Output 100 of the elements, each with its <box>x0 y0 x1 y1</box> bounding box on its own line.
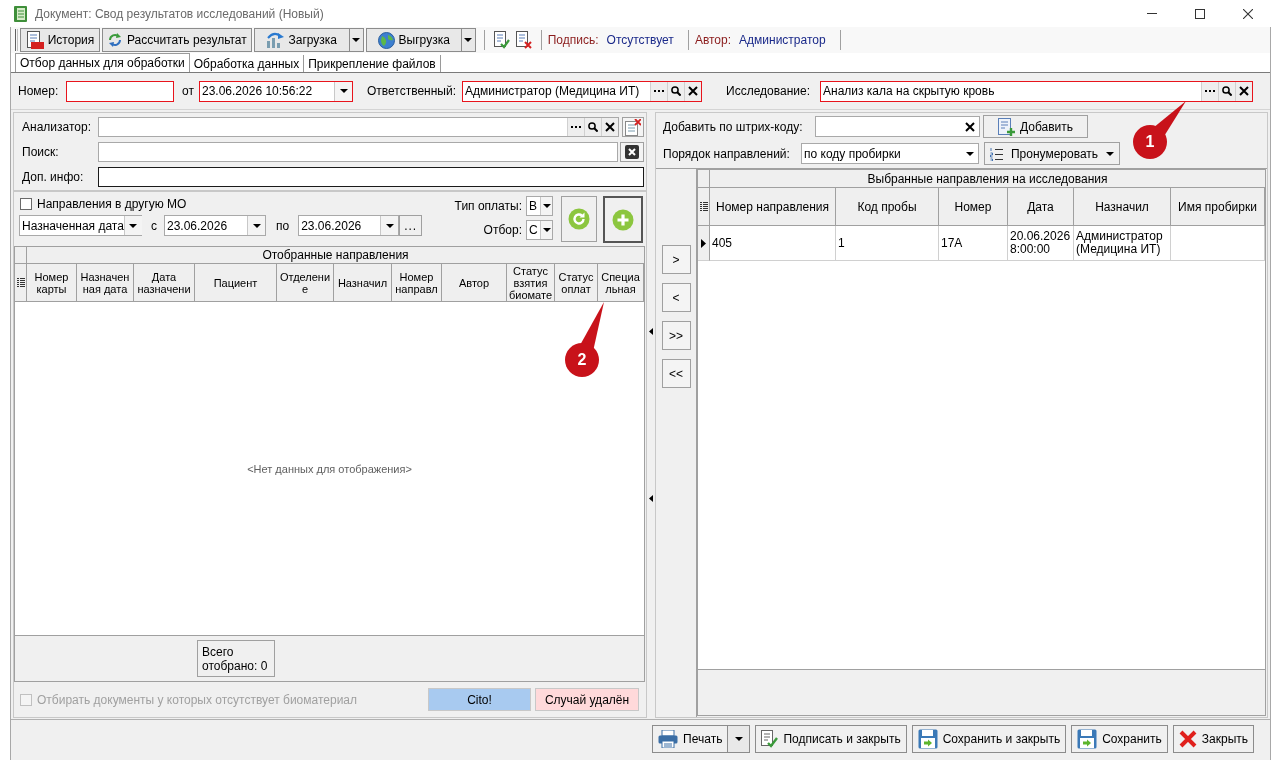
text-field[interactable] <box>98 167 644 187</box>
refresh-button[interactable] <box>561 196 597 242</box>
add-button[interactable] <box>603 196 643 243</box>
field-label: Исследование: <box>726 84 811 98</box>
search-icon <box>1222 86 1232 96</box>
legend-tag: Cito! <box>428 688 531 711</box>
ellipsis-button[interactable] <box>1201 81 1218 101</box>
ellipsis-button[interactable] <box>650 81 667 101</box>
dropdown-field[interactable]: Назначенная дата <box>19 215 142 236</box>
date-field[interactable]: 23.06.2026 <box>164 215 266 236</box>
checkbox[interactable] <box>20 198 32 210</box>
footer-button[interactable]: Подписать и закрыть <box>755 724 907 753</box>
document-cross-icon[interactable] <box>515 31 532 49</box>
transfer-button[interactable]: << <box>661 359 691 388</box>
caret-icon <box>385 223 394 228</box>
column-header: Номер направления <box>710 188 836 225</box>
search-field[interactable] <box>98 142 618 162</box>
window-title: Документ: Свод результатов исследований (Новый) <box>35 6 324 21</box>
toolbar-button[interactable]: Рассчитать результат <box>102 28 252 52</box>
field-label: по <box>276 218 290 233</box>
tab[interactable]: Отбор данных для обработки <box>15 53 190 72</box>
footer-button[interactable]: Печать <box>652 724 729 753</box>
footer-button[interactable]: Закрыть <box>1172 724 1254 753</box>
dropdown-button[interactable] <box>540 197 552 215</box>
column-header: Назначил <box>334 264 392 301</box>
document-check-icon[interactable] <box>493 31 510 49</box>
clear-button[interactable] <box>620 142 644 162</box>
arrow-left-icon[interactable] <box>649 495 653 502</box>
column-header: Статус оплат <box>555 264 598 301</box>
number-field[interactable] <box>66 80 174 102</box>
list-icon <box>699 202 708 211</box>
dropdown-button[interactable] <box>123 216 142 235</box>
table-cell: Администратор (Медицина ИТ) <box>1074 226 1171 261</box>
legend-tag: Случай удалён <box>535 688 639 711</box>
footer-button[interactable]: Сохранить и закрыть <box>911 724 1067 753</box>
caret-icon <box>339 89 348 93</box>
transfer-button[interactable]: >> <box>661 321 691 350</box>
column-header: Специальная <box>598 264 644 301</box>
document-icon <box>25 31 44 49</box>
column-header: Дата <box>1008 188 1074 225</box>
table-title: Отобранные направления <box>262 248 409 262</box>
barcode-field[interactable] <box>815 116 980 137</box>
close-icon <box>688 86 698 96</box>
dropdown-button[interactable] <box>540 221 552 239</box>
dropdown-field[interactable]: по коду пробирки <box>801 143 979 164</box>
date-field[interactable]: 23.06.2026 <box>298 215 400 236</box>
transfer-button[interactable]: < <box>661 283 691 312</box>
lookup-field[interactable]: Анализ кала на скрытую кровь <box>820 80 1253 102</box>
ellipsis-button[interactable] <box>567 118 584 136</box>
numbering-button[interactable]: Пронумеровать <box>984 142 1120 165</box>
clear-button[interactable] <box>684 81 701 101</box>
dropdown-button[interactable] <box>380 216 399 235</box>
search-button[interactable] <box>667 81 684 101</box>
lookup-field[interactable] <box>98 117 619 137</box>
document-check-icon <box>761 729 779 748</box>
column-header: Назначенная дата <box>77 264 134 301</box>
clear-list-button[interactable] <box>622 117 644 137</box>
tab[interactable]: Прикрепление файлов <box>304 55 441 72</box>
field-label: Номер: <box>18 84 60 98</box>
field-label: Анализатор: <box>22 120 92 134</box>
date-field[interactable]: 23.06.2026 10:56:22 <box>199 80 353 102</box>
close-icon <box>1178 729 1197 748</box>
field-label: Ответственный: <box>367 84 458 98</box>
toolbar-button[interactable]: Выгрузка <box>365 28 462 52</box>
document-cross-icon <box>625 118 641 136</box>
list-icon <box>16 278 25 287</box>
close-icon[interactable] <box>965 121 975 132</box>
caret-icon <box>542 204 551 208</box>
table-cell: 1 <box>836 226 939 261</box>
dropdown-field[interactable]: В <box>526 196 553 216</box>
search-button[interactable] <box>584 118 601 136</box>
save-icon <box>917 728 938 749</box>
toolbar-button[interactable]: История <box>20 28 100 52</box>
period-button[interactable]: ... <box>399 215 423 236</box>
toolbar-button[interactable]: Загрузка <box>253 28 350 52</box>
close-icon[interactable] <box>1243 8 1253 19</box>
chart-arrow-icon <box>266 32 285 48</box>
author-label: Автор: <box>694 33 732 47</box>
tab[interactable]: Обработка данных <box>189 55 305 72</box>
dropdown-button[interactable] <box>247 216 265 235</box>
add-button[interactable]: Добавить <box>983 115 1088 138</box>
clear-button[interactable] <box>1235 81 1252 101</box>
arrow-left-icon[interactable] <box>649 328 653 335</box>
table-title: Выбранные направления на исследования <box>867 171 1108 186</box>
footer-button[interactable]: Сохранить <box>1071 724 1168 753</box>
caret-icon <box>1106 151 1114 156</box>
maximize-icon[interactable] <box>1195 8 1205 19</box>
table-cell: 405 <box>710 226 836 261</box>
lookup-field[interactable]: Администратор (Медицина ИТ) <box>462 80 702 102</box>
column-header: Код пробы <box>836 188 939 225</box>
caret-icon <box>734 736 743 741</box>
field-label: с <box>151 218 157 233</box>
dropdown-button[interactable] <box>334 81 352 101</box>
caret-icon <box>352 38 361 42</box>
transfer-button[interactable]: > <box>661 245 691 274</box>
clear-button[interactable] <box>601 118 618 136</box>
column-header: Автор <box>442 264 507 301</box>
dropdown-field[interactable]: С <box>526 220 553 240</box>
document-plus-icon <box>997 117 1015 136</box>
search-button[interactable] <box>1218 81 1235 101</box>
